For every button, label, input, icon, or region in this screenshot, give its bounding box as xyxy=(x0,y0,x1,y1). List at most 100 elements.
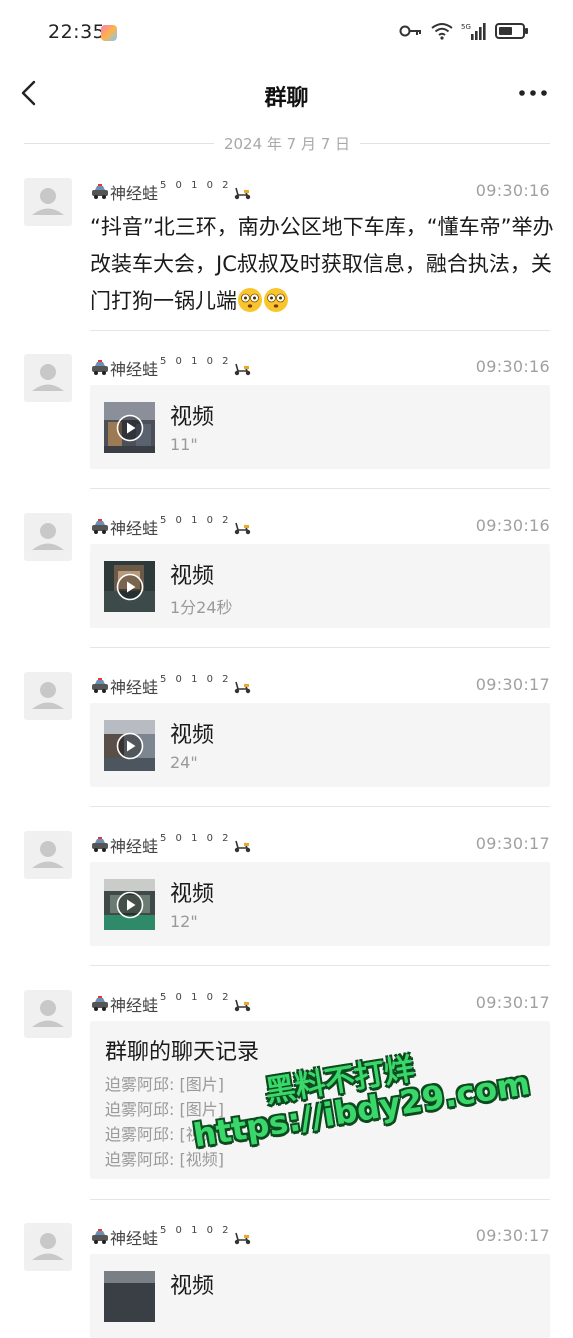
avatar[interactable] xyxy=(24,831,72,879)
video-card[interactable]: 视频 12" xyxy=(90,862,550,946)
video-label: 视频 xyxy=(170,564,215,589)
sender-superscript: 5 0 1 0 2 xyxy=(160,673,232,685)
sender-label: 神经蛙 xyxy=(110,996,159,1015)
video-card[interactable]: 视频 24" xyxy=(90,703,550,787)
divider-line-right xyxy=(360,143,550,144)
app-notification-icon xyxy=(101,25,117,41)
message-separator xyxy=(90,647,550,648)
video-thumbnail xyxy=(104,402,155,453)
play-icon xyxy=(116,414,144,442)
chat-record-line: 迫雾阿邱: [图片] xyxy=(105,1075,224,1094)
chat-record-line: 迫雾阿邱: [视频] xyxy=(105,1150,224,1169)
sender-name: 神经蛙 5 0 1 0 2 xyxy=(90,180,252,204)
police-car-icon xyxy=(92,184,108,199)
sender-label: 神经蛙 xyxy=(110,519,159,538)
sender-label: 神经蛙 xyxy=(110,837,159,856)
video-card[interactable]: 视频 11" xyxy=(90,385,550,469)
avatar[interactable] xyxy=(24,178,72,226)
video-label: 视频 xyxy=(170,882,215,907)
scooter-icon xyxy=(234,999,250,1012)
video-label: 视频 xyxy=(170,723,215,748)
flushed-emoji-icon xyxy=(238,288,262,312)
sender-name: 神经蛙 5 0 1 0 2 xyxy=(90,515,252,539)
video-label: 视频 xyxy=(170,405,215,430)
video-duration: 11" xyxy=(170,435,198,454)
video-thumbnail xyxy=(104,1271,155,1322)
status-time: 22:35 xyxy=(48,21,106,43)
video-thumbnail xyxy=(104,879,155,930)
police-car-icon xyxy=(92,678,108,693)
battery-icon xyxy=(495,23,528,39)
default-avatar-icon xyxy=(32,841,64,868)
sender-label: 神经蛙 xyxy=(110,184,159,203)
scooter-icon xyxy=(234,681,250,694)
avatar[interactable] xyxy=(24,354,72,402)
avatar[interactable] xyxy=(24,990,72,1038)
scooter-icon xyxy=(234,522,250,535)
police-car-icon xyxy=(92,360,108,375)
default-avatar-icon xyxy=(32,682,64,709)
more-options-icon[interactable] xyxy=(517,83,549,103)
chat-header: 群聊 xyxy=(0,66,573,124)
message-separator xyxy=(90,330,550,331)
sender-label: 神经蛙 xyxy=(110,1229,159,1248)
key-icon xyxy=(399,25,421,37)
message-separator xyxy=(90,806,550,807)
signal-icon: 5G xyxy=(461,23,486,40)
message-time: 09:30:17 xyxy=(475,993,550,1012)
police-car-icon xyxy=(92,996,108,1011)
avatar[interactable] xyxy=(24,1223,72,1271)
scooter-icon xyxy=(234,1232,250,1245)
sender-name: 神经蛙 5 0 1 0 2 xyxy=(90,356,252,380)
flushed-emoji-icon xyxy=(264,288,288,312)
message-time: 09:30:16 xyxy=(475,516,550,535)
scooter-icon xyxy=(234,363,250,376)
play-icon xyxy=(116,732,144,760)
chat-title: 群聊 xyxy=(264,86,309,111)
default-avatar-icon xyxy=(32,523,64,550)
message-time: 09:30:16 xyxy=(475,181,550,200)
message-time: 09:30:17 xyxy=(475,1226,550,1245)
play-icon xyxy=(116,891,144,919)
scooter-icon xyxy=(234,840,250,853)
message-text[interactable]: “抖音”北三环，南办公区地下车库，“懂车帝”举办改装车大会，JC叔叔及时获取信息… xyxy=(90,209,554,320)
chat-record-title: 群聊的聊天记录 xyxy=(105,1040,260,1065)
chat-record-card[interactable]: 群聊的聊天记录 迫雾阿邱: [图片] 迫雾阿邱: [图片] 迫雾阿邱: [视频]… xyxy=(90,1021,550,1179)
sender-superscript: 5 0 1 0 2 xyxy=(160,991,232,1003)
scooter-icon xyxy=(234,187,250,200)
video-thumbnail xyxy=(104,561,155,612)
video-label: 视频 xyxy=(170,1274,215,1299)
message-text-body: “抖音”北三环，南办公区地下车库，“懂车帝”举办改装车大会，JC叔叔及时获取信息… xyxy=(90,215,554,313)
video-duration: 24" xyxy=(170,753,198,772)
sender-superscript: 5 0 1 0 2 xyxy=(160,832,232,844)
chat-record-line: 迫雾阿邱: [视频] xyxy=(105,1125,224,1144)
message-separator xyxy=(90,488,550,489)
police-car-icon xyxy=(92,1229,108,1244)
video-card[interactable]: 视频 1分24秒 xyxy=(90,544,550,628)
video-card[interactable]: 视频 xyxy=(90,1254,550,1338)
sender-superscript: 5 0 1 0 2 xyxy=(160,355,232,367)
police-car-icon xyxy=(92,837,108,852)
avatar[interactable] xyxy=(24,513,72,561)
sender-name: 神经蛙 5 0 1 0 2 xyxy=(90,833,252,857)
message-separator xyxy=(90,965,550,966)
default-avatar-icon xyxy=(32,188,64,215)
date-divider: 2024 年 7 月 7 日 xyxy=(24,133,550,153)
default-avatar-icon xyxy=(32,1233,64,1260)
message-time: 09:30:17 xyxy=(475,675,550,694)
police-car-icon xyxy=(92,519,108,534)
sender-superscript: 5 0 1 0 2 xyxy=(160,179,232,191)
message-separator xyxy=(90,1199,550,1200)
message-time: 09:30:16 xyxy=(475,357,550,376)
sender-label: 神经蛙 xyxy=(110,360,159,379)
sender-name: 神经蛙 5 0 1 0 2 xyxy=(90,674,252,698)
default-avatar-icon xyxy=(32,364,64,391)
status-bar: 22:35 5G xyxy=(0,0,573,66)
avatar[interactable] xyxy=(24,672,72,720)
sender-superscript: 5 0 1 0 2 xyxy=(160,514,232,526)
sender-name: 神经蛙 5 0 1 0 2 xyxy=(90,992,252,1016)
play-icon xyxy=(116,573,144,601)
video-duration: 12" xyxy=(170,912,198,931)
chat-record-line: 迫雾阿邱: [图片] xyxy=(105,1100,224,1119)
status-icons: 5G xyxy=(399,22,529,40)
